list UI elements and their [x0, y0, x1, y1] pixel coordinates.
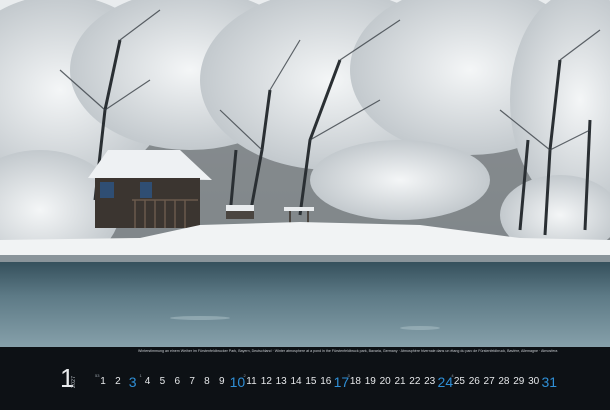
day-number: 16	[320, 376, 332, 387]
photo-illustration	[0, 0, 610, 347]
day-3: 3	[126, 372, 140, 392]
day-number: 27	[483, 376, 495, 387]
day-number: 5	[159, 376, 166, 387]
day-9: 9	[215, 372, 229, 392]
day-12: 12	[259, 372, 273, 392]
day-11: 11 2	[243, 372, 259, 392]
day-23: 23	[423, 372, 437, 392]
day-number: 1	[100, 376, 106, 387]
day-13: 13	[274, 372, 288, 392]
day-20: 20	[378, 372, 392, 392]
week-number: 4	[451, 373, 454, 378]
winter-pond-photo	[0, 0, 610, 347]
day-10: 10	[230, 372, 246, 392]
day-25: 25 4	[451, 372, 466, 392]
day-number: 8	[204, 376, 210, 387]
day-number: 19	[364, 376, 376, 387]
day-number: 29	[513, 376, 525, 387]
day-1: 1 53	[95, 372, 110, 392]
day-6: 6	[170, 372, 184, 392]
day-row: 1 53 2 3 4 1 5 6 7 8 9 10 11 2 12 13 14 15 16 17 18 3 19 20 21 22…	[95, 372, 558, 392]
day-27: 27	[482, 372, 496, 392]
day-number: 30	[528, 376, 540, 387]
day-number: 31	[541, 374, 558, 390]
day-14: 14	[289, 372, 303, 392]
day-22: 22	[408, 372, 422, 392]
week-number: 53	[95, 373, 100, 378]
day-number: 18	[349, 376, 361, 387]
day-26: 26	[467, 372, 481, 392]
day-7: 7	[185, 372, 199, 392]
week-number: 1	[139, 373, 142, 378]
day-16: 16	[319, 372, 333, 392]
day-number: 4	[144, 376, 151, 387]
day-31: 31	[541, 372, 558, 392]
day-number: 23	[424, 376, 436, 387]
day-number: 11	[246, 376, 257, 387]
day-24: 24	[438, 372, 454, 392]
day-number: 26	[468, 376, 480, 387]
day-number: 7	[189, 376, 195, 387]
month-year: 2027	[71, 375, 77, 388]
week-number: 2	[243, 373, 246, 378]
day-number: 20	[379, 376, 391, 387]
day-number: 12	[260, 376, 272, 387]
day-number: 6	[174, 376, 181, 387]
day-number: 22	[409, 376, 421, 387]
day-5: 5	[155, 372, 169, 392]
day-19: 19	[363, 372, 377, 392]
photo-caption: Winterstimmung an einem Weiher im Fürste…	[138, 349, 558, 353]
calendar-page: Winterstimmung an einem Weiher im Fürste…	[0, 0, 610, 410]
day-29: 29	[512, 372, 526, 392]
day-number: 21	[394, 376, 406, 387]
day-15: 15	[304, 372, 318, 392]
day-4: 41	[139, 372, 155, 392]
day-number: 2	[115, 376, 121, 387]
day-30: 30	[527, 372, 541, 392]
day-18: 18 3	[347, 372, 362, 392]
day-2: 2	[111, 372, 125, 392]
day-number: 3	[128, 374, 137, 390]
day-21: 21	[393, 372, 407, 392]
day-17: 17	[334, 372, 350, 392]
day-8: 8	[200, 372, 214, 392]
day-number: 28	[498, 376, 510, 387]
day-number: 14	[290, 376, 302, 387]
week-number: 3	[347, 373, 350, 378]
day-number: 25	[453, 376, 465, 387]
day-number: 13	[275, 376, 287, 387]
day-number: 9	[219, 376, 225, 387]
day-28: 28	[497, 372, 511, 392]
day-number: 15	[305, 376, 317, 387]
